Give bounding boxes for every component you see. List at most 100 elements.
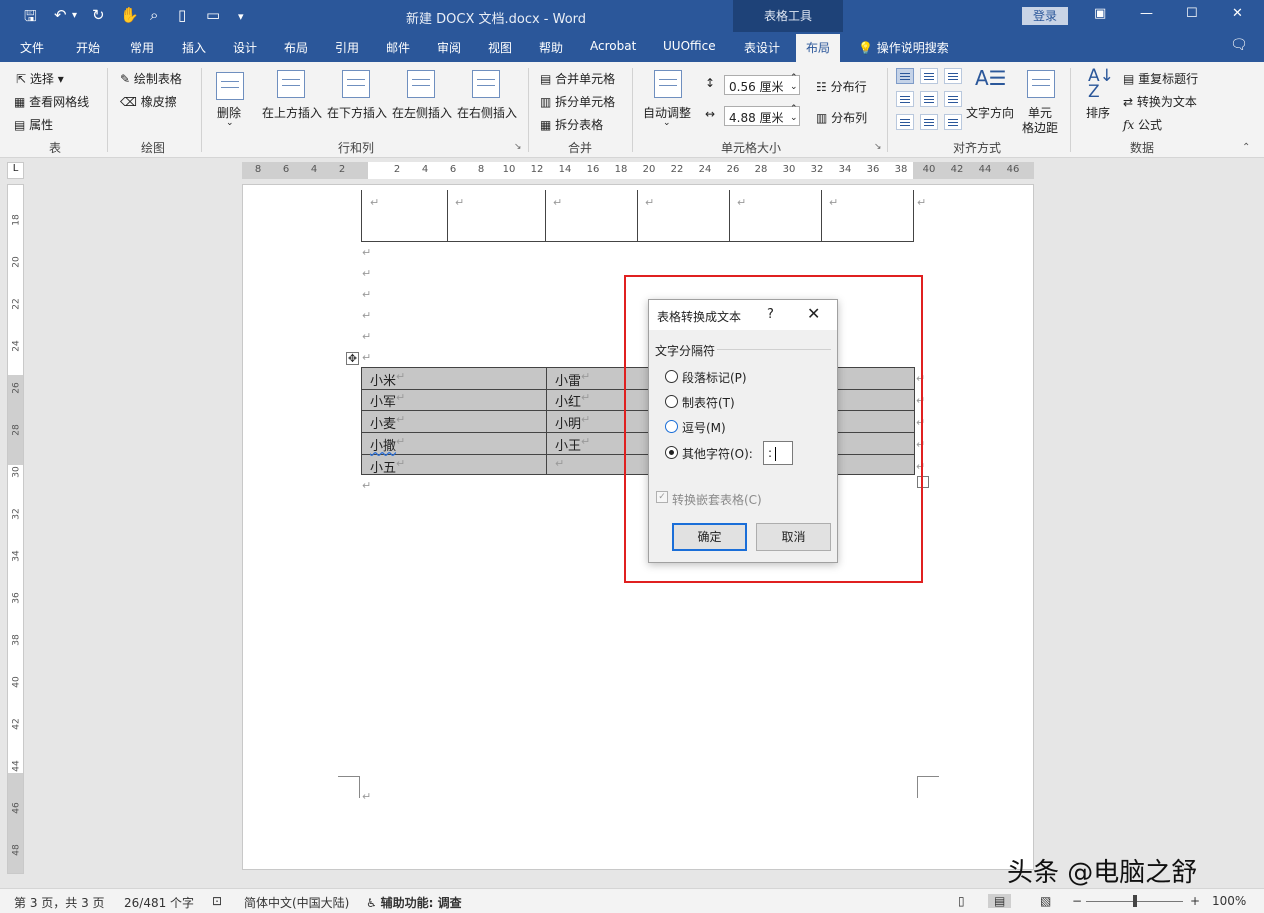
radio-paragraph-marks[interactable] <box>665 370 678 383</box>
split-cells-button[interactable]: ▥ 拆分单元格 <box>540 93 615 110</box>
minimize-icon[interactable]: — <box>1140 6 1153 21</box>
tab-references[interactable]: 引用 <box>335 39 359 56</box>
undo-icon[interactable]: ↶ <box>54 6 67 24</box>
align-top-left-icon[interactable] <box>896 68 914 84</box>
row-height-input[interactable]: 0.56 厘米 <box>724 75 800 95</box>
tab-insert[interactable]: 插入 <box>182 39 206 56</box>
tab-view[interactable]: 视图 <box>488 39 512 56</box>
group-separator <box>887 68 888 152</box>
read-mode-icon[interactable]: ▯ <box>958 894 965 908</box>
table-cell[interactable]: 小红 ↵ <box>555 391 590 410</box>
language-indicator[interactable]: 简体中文(中国大陆) <box>244 894 349 911</box>
cancel-button[interactable]: 取消 <box>756 523 831 551</box>
zoom-level[interactable]: 100% <box>1212 894 1246 908</box>
cell-text: 小明 <box>555 417 582 432</box>
close-window-icon[interactable]: ✕ <box>1232 6 1243 21</box>
cell-size-launcher-icon[interactable]: ↘ <box>874 142 882 152</box>
tab-uuoffice[interactable]: UUOffice <box>663 39 716 53</box>
radio-tabs[interactable] <box>665 395 678 408</box>
comments-icon[interactable]: 🗨 <box>1230 37 1248 53</box>
redo-icon[interactable]: ↻ <box>92 6 105 24</box>
tab-selector[interactable]: L <box>7 162 24 179</box>
group-separator <box>107 68 108 152</box>
align-top-center-icon[interactable] <box>920 68 938 84</box>
align-bottom-right-icon[interactable] <box>944 114 962 130</box>
zoom-out-icon[interactable]: − <box>1072 894 1082 908</box>
word-count[interactable]: 26/481 个字 <box>124 894 194 911</box>
distribute-rows-button[interactable]: ☷ 分布行 <box>816 78 867 95</box>
align-bottom-center-icon[interactable] <box>920 114 938 130</box>
help-icon[interactable]: ? <box>767 307 774 322</box>
dialog-title-bar[interactable]: 表格转换成文本 ? ✕ <box>649 300 837 330</box>
draw-table-button[interactable]: ✎ 绘制表格 <box>120 70 182 87</box>
table-cell[interactable]: 小米 ↵ <box>370 370 405 389</box>
save-icon[interactable]: 🖫 <box>24 6 37 31</box>
align-bottom-left-icon[interactable] <box>896 114 914 130</box>
web-layout-icon[interactable]: ▧ <box>1040 894 1051 908</box>
repeat-header-button[interactable]: ▤ 重复标题行 <box>1123 70 1198 87</box>
align-middle-center-icon[interactable] <box>920 91 938 107</box>
ribbon-display-options-icon[interactable]: ▣ <box>1094 6 1106 21</box>
ok-button[interactable]: 确定 <box>672 523 747 551</box>
vertical-ruler[interactable]: 18 20 22 24 26 28 30 32 34 36 38 40 42 4… <box>7 184 24 874</box>
accessibility-checker[interactable]: ♿ 辅助功能: 调查 <box>366 894 462 911</box>
insert-below-icon <box>342 70 370 98</box>
table-cell[interactable]: 小明 ↵ <box>555 413 590 432</box>
tab-design[interactable]: 设计 <box>233 39 257 56</box>
other-character-input[interactable]: : <box>763 441 793 465</box>
new-document-icon[interactable]: ▯ <box>178 6 186 24</box>
align-middle-left-icon[interactable] <box>896 91 914 107</box>
horizontal-ruler[interactable]: 8 6 4 2 2 4 6 8 10 12 14 16 18 20 22 24 … <box>242 162 1034 179</box>
proofing-icon[interactable]: ⊡ <box>212 894 222 908</box>
table-cell[interactable]: 小军 ↵ <box>370 391 405 410</box>
formula-button[interactable]: fx 公式 <box>1123 116 1162 133</box>
table-cell[interactable]: 小麦 ↵ <box>370 413 405 432</box>
tab-table-layout[interactable]: 布局 <box>796 34 841 62</box>
tab-acrobat[interactable]: Acrobat <box>590 39 636 53</box>
tab-mailings[interactable]: 邮件 <box>386 39 410 56</box>
zoom-in-icon[interactable]: + <box>1190 894 1200 908</box>
tab-help[interactable]: 帮助 <box>539 39 563 56</box>
column-width-input[interactable]: 4.88 厘米 <box>724 106 800 126</box>
table-cell[interactable]: 小王 ↵ <box>555 435 590 454</box>
convert-to-text-button[interactable]: ⇄ 转换为文本 <box>1123 93 1197 110</box>
zoom-slider-thumb[interactable] <box>1133 895 1137 907</box>
table-move-handle-icon[interactable]: ✥ <box>346 352 359 365</box>
tab-home[interactable]: 开始 <box>76 39 100 56</box>
convert-nested-tables-checkbox[interactable]: ✓ <box>656 491 668 503</box>
select-button[interactable]: ⇱ 选择 ▾ <box>16 70 64 87</box>
view-gridlines-button[interactable]: ▦ 查看网格线 <box>14 93 89 110</box>
customize-qat-icon[interactable]: ▾ <box>238 10 244 23</box>
table-cell[interactable]: 小雷 ↵ <box>555 370 590 389</box>
column-width-spinner[interactable]: ⌃ ⌄ <box>790 105 798 123</box>
split-table-button[interactable]: ▦ 拆分表格 <box>540 116 603 133</box>
tab-table-design[interactable]: 表设计 <box>744 39 780 56</box>
eraser-button[interactable]: ⌫ 橡皮擦 <box>120 93 177 110</box>
tell-me-search[interactable]: 💡 操作说明搜索 <box>858 39 949 56</box>
login-button[interactable]: 登录 <box>1022 7 1068 25</box>
rows-cols-launcher-icon[interactable]: ↘ <box>514 142 522 152</box>
table-cell[interactable]: 小五 ↵ <box>370 457 405 476</box>
tab-file[interactable]: 文件 <box>20 39 44 56</box>
properties-button[interactable]: ▤ 属性 <box>14 116 53 133</box>
align-top-right-icon[interactable] <box>944 68 962 84</box>
table-cell[interactable]: 小撒 ↵ <box>370 435 405 454</box>
print-layout-icon[interactable]: ▤ <box>988 894 1012 908</box>
align-middle-right-icon[interactable] <box>944 91 962 107</box>
open-folder-icon[interactable]: ▭ <box>206 6 220 24</box>
radio-other-character[interactable] <box>665 446 678 459</box>
undo-dropdown-icon[interactable]: ▾ <box>72 10 77 21</box>
tab-review[interactable]: 审阅 <box>437 39 461 56</box>
distribute-cols-button[interactable]: ▥ 分布列 <box>816 109 867 126</box>
close-icon[interactable]: ✕ <box>807 304 820 323</box>
tab-common[interactable]: 常用 <box>130 39 154 56</box>
radio-commas[interactable] <box>665 420 678 433</box>
row-height-spinner[interactable]: ⌃ ⌄ <box>790 74 798 92</box>
maximize-icon[interactable]: ☐ <box>1186 6 1198 21</box>
page-count[interactable]: 第 3 页，共 3 页 <box>14 894 105 911</box>
tab-layout[interactable]: 布局 <box>284 39 308 56</box>
touch-mode-icon[interactable]: ✋ <box>120 6 139 24</box>
merge-cells-button[interactable]: ▤ 合并单元格 <box>540 70 615 87</box>
collapse-ribbon-icon[interactable]: ⌃ <box>1242 142 1250 153</box>
print-preview-icon[interactable]: ⌕ <box>150 6 158 24</box>
